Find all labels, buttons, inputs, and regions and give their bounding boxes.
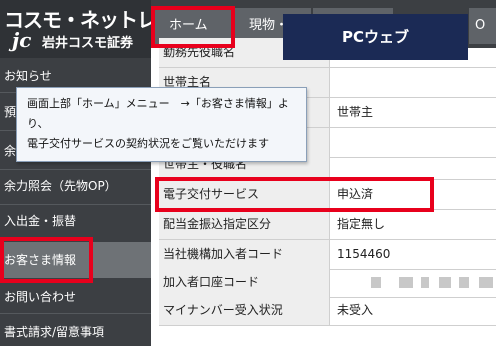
redacted-value (421, 277, 429, 288)
row-value (331, 268, 496, 297)
row-label: 当社機構加入者コード (159, 240, 330, 269)
table-row: 当社機構加入者コード 1154460 (159, 240, 496, 270)
instruction-tooltip: 画面上部「ホーム」メニュー →「お客さま情報」より、 電子交付サービスの契約状況… (16, 87, 307, 162)
row-value: 申込済 (337, 187, 374, 201)
sidebar-divider (0, 204, 151, 205)
table-row-e-delivery: 電子交付サービス 申込済 (159, 180, 496, 210)
row-label: 加入者口座コード (159, 268, 330, 297)
sidebar-item-margin-futures-op[interactable]: 余力照会（先物OP） (0, 172, 151, 200)
table-row: 加入者口座コード (159, 268, 496, 298)
row-value: 未受入 (337, 303, 374, 317)
sidebar-item-notices[interactable]: お知らせ (0, 62, 151, 90)
row-value: 1154460 (337, 247, 391, 261)
sidebar-item-contact[interactable]: お問い合わせ (0, 283, 151, 311)
sidebar-item-deposit-withdrawal[interactable]: 入出金・振替 (0, 207, 151, 235)
redacted-value (459, 277, 469, 288)
redacted-value (479, 277, 493, 288)
brand-mark-icon: jc (12, 28, 32, 52)
redacted-value (439, 277, 451, 288)
brand-subtitle: 岩井コスモ証券 (42, 36, 134, 51)
sidebar: コスモ・ネットレ jc 岩井コスモ証券 お知らせ 預 余力 余力照会（先物OP）… (0, 0, 157, 346)
tooltip-line-2: 電子交付サービスの契約状況をご覧いただけます (27, 137, 269, 150)
brand-logo[interactable]: コスモ・ネットレ jc 岩井コスモ証券 (0, 0, 157, 58)
tooltip-line-1: 画面上部「ホーム」メニュー →「お客さま情報」より、 (27, 97, 289, 130)
row-value: 世帯主 (337, 105, 374, 119)
row-value (331, 68, 496, 97)
row-label: マイナンバー受入状況 (159, 296, 330, 325)
row-label: 配当金振込指定区分 (159, 210, 330, 239)
redacted-value (399, 277, 413, 288)
sidebar-item-document-request[interactable]: 書式請求/留意事項 (0, 318, 151, 346)
sidebar-divider (0, 313, 151, 314)
row-label: 電子交付サービス (159, 180, 330, 209)
row-value: 指定無し (337, 217, 386, 231)
row-value (331, 150, 496, 179)
redacted-value (371, 277, 381, 288)
table-row: 配当金振込指定区分 指定無し (159, 210, 496, 240)
pc-web-badge: PCウェブ (283, 14, 468, 60)
sidebar-item-customer-info[interactable]: お客さま情報 (0, 242, 151, 278)
table-row: マイナンバー受入状況 未受入 (159, 296, 496, 326)
sidebar-divider (0, 169, 151, 170)
